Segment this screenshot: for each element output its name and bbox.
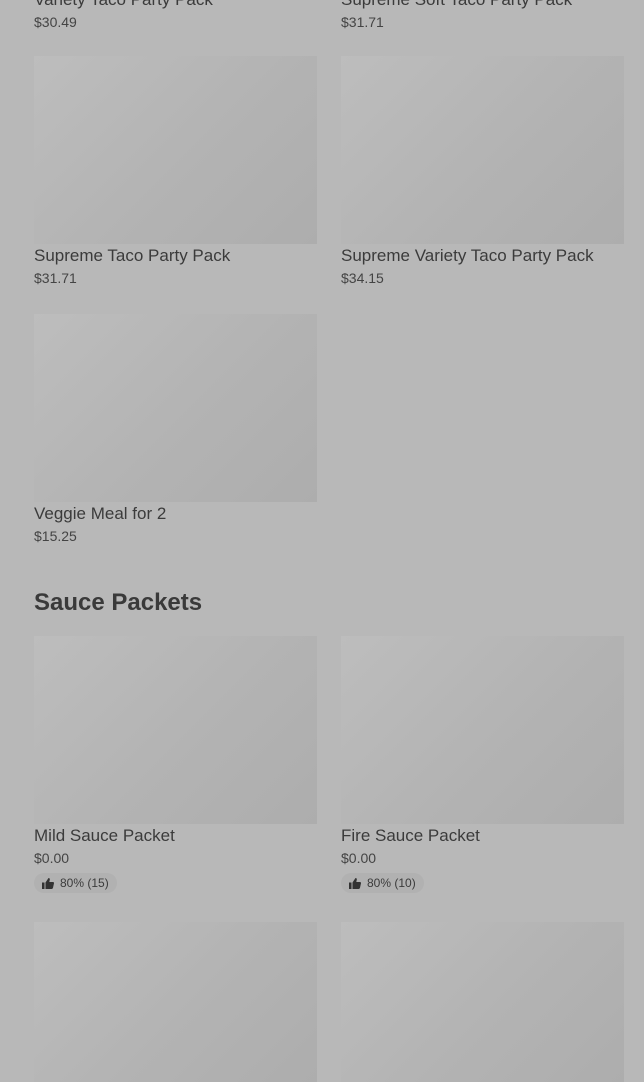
menu-item-card[interactable]: Mild Sauce Packet $0.00 80% (15) [34, 636, 317, 894]
menu-item-card[interactable]: Supreme Soft Taco Party Pack $31.71 [341, 0, 624, 31]
rating-badge: 80% (15) [34, 873, 117, 893]
menu-item-card[interactable]: Veggie Meal for 2 $15.25 [34, 314, 317, 545]
section-title: Sauce Packets [34, 589, 203, 616]
item-price: $31.71 [341, 14, 384, 30]
item-price: $0.00 [341, 850, 377, 866]
menu-item-card[interactable] [341, 922, 624, 1082]
rating-text: 80% (10) [367, 876, 416, 890]
item-name: Supreme Soft Taco Party Pack [341, 0, 624, 10]
menu-item-card[interactable]: Fire Sauce Packet $0.00 80% (10) [341, 636, 624, 894]
item-image [34, 56, 317, 244]
item-price: $15.25 [34, 528, 77, 544]
rating-badge: 80% (10) [341, 873, 424, 893]
item-name: Mild Sauce Packet [34, 826, 175, 845]
item-image [341, 922, 624, 1082]
item-price: $34.15 [341, 270, 384, 286]
thumbs-up-icon [349, 877, 361, 889]
item-image [34, 636, 317, 824]
menu-item-card[interactable]: Variety Taco Party Pack $30.49 [34, 0, 317, 31]
item-image [34, 922, 317, 1082]
item-name: Supreme Taco Party Pack [34, 246, 231, 265]
thumbs-up-icon [42, 877, 54, 889]
menu-item-card[interactable]: Supreme Variety Taco Party Pack $34.15 [341, 56, 624, 287]
item-image [341, 636, 624, 824]
item-price: $31.71 [34, 270, 77, 286]
item-price: $0.00 [34, 850, 70, 866]
item-name: Supreme Variety Taco Party Pack [341, 246, 594, 265]
rating-text: 80% (15) [60, 876, 109, 890]
item-name: Variety Taco Party Pack [34, 0, 317, 10]
item-image [34, 314, 317, 502]
item-name: Fire Sauce Packet [341, 826, 480, 845]
item-image [341, 56, 624, 244]
item-name: Veggie Meal for 2 [34, 504, 167, 523]
item-price: $30.49 [34, 14, 77, 30]
menu-item-card[interactable]: Supreme Taco Party Pack $31.71 [34, 56, 317, 287]
menu-item-card[interactable] [34, 922, 317, 1082]
